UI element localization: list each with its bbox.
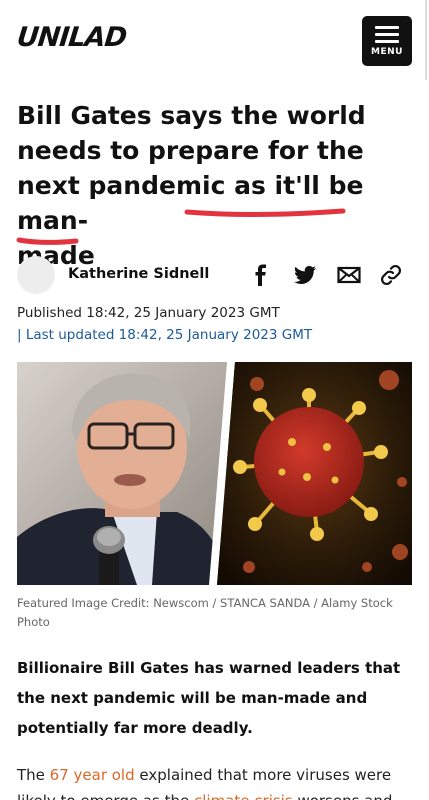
author-name[interactable]: Katherine Sidnell xyxy=(68,266,209,282)
published-date: Published 18:42, 25 January 2023 GMT xyxy=(17,305,280,321)
article-lede: Billionaire Bill Gates has warned leader… xyxy=(17,659,401,737)
menu-label: MENU xyxy=(371,47,403,57)
hamburger-icon xyxy=(375,26,399,44)
article-body: The 67 year old explained that more viru… xyxy=(17,762,412,800)
site-logo[interactable]: UNILAD xyxy=(15,22,127,53)
site-header: UNILAD MENU xyxy=(0,0,429,82)
author-row: Katherine Sidnell xyxy=(17,255,412,295)
facebook-icon[interactable] xyxy=(249,263,273,287)
menu-button[interactable]: MENU xyxy=(362,16,412,66)
email-icon[interactable] xyxy=(337,263,361,287)
highlight-underline-1 xyxy=(184,208,346,217)
updated-date: | Last updated 18:42, 25 January 2023 GM… xyxy=(17,327,313,343)
highlight-underline-2 xyxy=(16,237,79,245)
body-text: The xyxy=(17,766,50,784)
featured-image-graphic xyxy=(17,362,412,585)
image-credit: Featured Image Credit: Newscom / STANCA … xyxy=(17,596,393,629)
link-icon[interactable] xyxy=(379,263,403,287)
body-text: worsens and xyxy=(293,792,392,800)
twitter-icon[interactable] xyxy=(293,263,317,287)
climate-crisis-link[interactable]: climate crisis xyxy=(194,792,293,800)
age-link[interactable]: 67 year old xyxy=(50,766,135,784)
scrollbar[interactable] xyxy=(425,0,427,80)
author-avatar[interactable] xyxy=(17,256,55,294)
featured-image[interactable] xyxy=(17,362,412,585)
